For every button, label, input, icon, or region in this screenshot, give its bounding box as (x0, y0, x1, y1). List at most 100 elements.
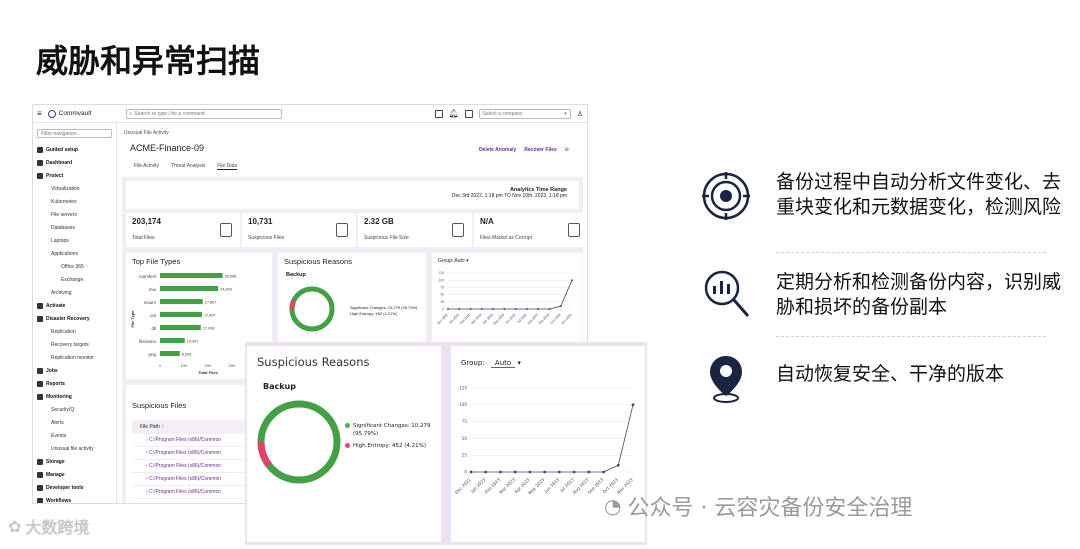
data-point[interactable] (543, 470, 547, 474)
delete-anomaly-button[interactable]: Delete Anomaly (479, 147, 516, 153)
sidebar-item[interactable]: Events (37, 429, 112, 442)
bell-icon[interactable]: 🔔︎ (449, 109, 459, 118)
filter-navigation-input[interactable]: Filter navigation... (37, 129, 112, 138)
data-point[interactable] (458, 308, 461, 310)
sidebar-item[interactable]: Kubernetes (37, 195, 112, 208)
data-point[interactable] (557, 470, 561, 474)
tab-threat-analysis[interactable]: Threat Analysis (171, 163, 205, 170)
nav-icon (37, 484, 43, 491)
y-tick-label: 25 (440, 300, 444, 304)
x-tick-label: 10K (180, 363, 187, 368)
analytics-time-range[interactable]: Analytics Time Range Dec 3rd 2022, 1:18 … (126, 181, 579, 209)
legend-item: High Entropy: 452 (4.21%) (350, 311, 398, 316)
x-tick-label: May 2023 (492, 313, 505, 326)
data-point[interactable] (480, 308, 483, 310)
data-point[interactable] (616, 463, 620, 467)
bar[interactable] (160, 338, 185, 343)
legend-dot (345, 423, 350, 428)
page-title: ACME-Finance-09 (130, 143, 205, 153)
data-point[interactable] (587, 470, 591, 474)
tab-file-data[interactable]: File Data (217, 163, 238, 170)
sidebar-item[interactable]: File servers (37, 208, 112, 221)
bar-category-label: manifest (139, 274, 157, 279)
stat-label: Suspicious File Size (364, 235, 409, 241)
bar-category-label: cat (150, 313, 157, 318)
sidebar-item[interactable]: Virtualization (37, 182, 112, 195)
more-options-icon[interactable]: ⊙ (565, 147, 569, 153)
brand-name: Commvault (58, 110, 92, 117)
company-select[interactable]: Select a company ▾ (478, 108, 571, 119)
x-tick-label: Mar 2023 (470, 313, 483, 326)
bar[interactable] (160, 286, 219, 291)
sidebar-item[interactable]: Protect (37, 169, 112, 182)
data-point[interactable] (484, 470, 488, 474)
data-point[interactable] (447, 308, 449, 310)
sidebar-item[interactable]: Activate (37, 299, 112, 312)
data-point[interactable] (548, 308, 551, 310)
sidebar-item[interactable]: Laptops (37, 234, 112, 247)
file-path-cell: C:/Program Files (x86)/Common (149, 489, 222, 495)
watermark-text: 公众号 · 云容灾备份安全治理 (627, 496, 913, 521)
sidebar-item[interactable]: Manage (37, 468, 112, 481)
data-point[interactable] (631, 403, 635, 407)
sidebar-item[interactable]: Exchange (37, 273, 112, 286)
grid-icon[interactable] (464, 109, 473, 118)
data-point[interactable] (469, 308, 472, 310)
sidebar-item[interactable]: Databases (37, 221, 112, 234)
data-point[interactable] (514, 308, 517, 310)
data-point[interactable] (559, 305, 562, 308)
data-point[interactable] (469, 470, 473, 474)
bar[interactable] (160, 312, 202, 317)
sidebar-item[interactable]: Guided setup (37, 143, 112, 156)
data-point[interactable] (602, 470, 605, 474)
sidebar-item[interactable]: Storage (37, 455, 112, 468)
data-point[interactable] (503, 308, 506, 310)
sidebar-item[interactable]: Monitoring (37, 390, 112, 403)
bar[interactable] (160, 351, 180, 356)
data-point[interactable] (572, 470, 576, 474)
sidebar-item[interactable]: Disaster Recovery (37, 312, 112, 325)
y-tick-label: 50 (440, 293, 444, 297)
sidebar-item[interactable]: Applications (37, 247, 112, 260)
sidebar-item[interactable]: SecurityIQ (37, 403, 112, 416)
sidebar-item[interactable]: Replication monitor (37, 351, 112, 364)
sidebar-item[interactable]: Unusual file activity (37, 442, 112, 455)
search-input[interactable]: ⌕ Search or type / for a command (125, 108, 282, 119)
sidebar-item[interactable]: Reports (37, 377, 112, 390)
sidebar-item[interactable]: Recovery targets (37, 338, 112, 351)
bar[interactable] (160, 273, 223, 278)
user-icon[interactable]: ♙ (577, 110, 583, 118)
data-point[interactable] (525, 308, 528, 310)
hamburger-icon[interactable]: ≡ (37, 109, 42, 118)
stat-label: Suspicious Files (248, 235, 285, 241)
sidebar-item[interactable]: Replication (37, 325, 112, 338)
sidebar-item[interactable]: Office 365 (37, 260, 112, 273)
divider (776, 336, 1046, 337)
data-point[interactable] (537, 308, 540, 310)
data-point[interactable] (492, 308, 495, 310)
sidebar-item[interactable]: Archiving (37, 286, 112, 299)
jobs-icon[interactable] (434, 109, 443, 118)
tab-file-activity[interactable]: File Activity (134, 163, 159, 170)
sidebar-item-label: Workflows (46, 497, 72, 504)
recover-files-button[interactable]: Recover Files (524, 147, 557, 153)
file-path-cell: C:/Program Files (x86)/Common (149, 463, 222, 469)
sidebar-item[interactable]: Jobs (37, 364, 112, 377)
file-path-cell: C:/Program Files (x86)/Common (149, 476, 222, 482)
sidebar-item[interactable]: Alerts (37, 416, 112, 429)
y-tick-label: 100 (439, 278, 445, 282)
bar[interactable] (160, 325, 201, 330)
timeline-chart-small: 0255075100125Dec 2022 Jan 2023Feb 2023Mar… (436, 271, 573, 326)
sidebar-item[interactable]: Workflows (37, 494, 112, 504)
x-axis-label: Total Files (198, 370, 218, 375)
data-point[interactable] (571, 279, 573, 282)
breadcrumb[interactable]: Unusual File Activity (124, 130, 169, 136)
data-point[interactable] (513, 470, 517, 474)
sidebar-item[interactable]: Developer tools (37, 481, 112, 494)
group-select[interactable]: Group: Auto ▾ (451, 346, 645, 380)
bar-category-label: dll (151, 326, 156, 331)
data-point[interactable] (528, 470, 532, 474)
data-point[interactable] (499, 470, 502, 474)
sidebar-item[interactable]: Dashboard (37, 156, 112, 169)
bar[interactable] (160, 299, 203, 304)
